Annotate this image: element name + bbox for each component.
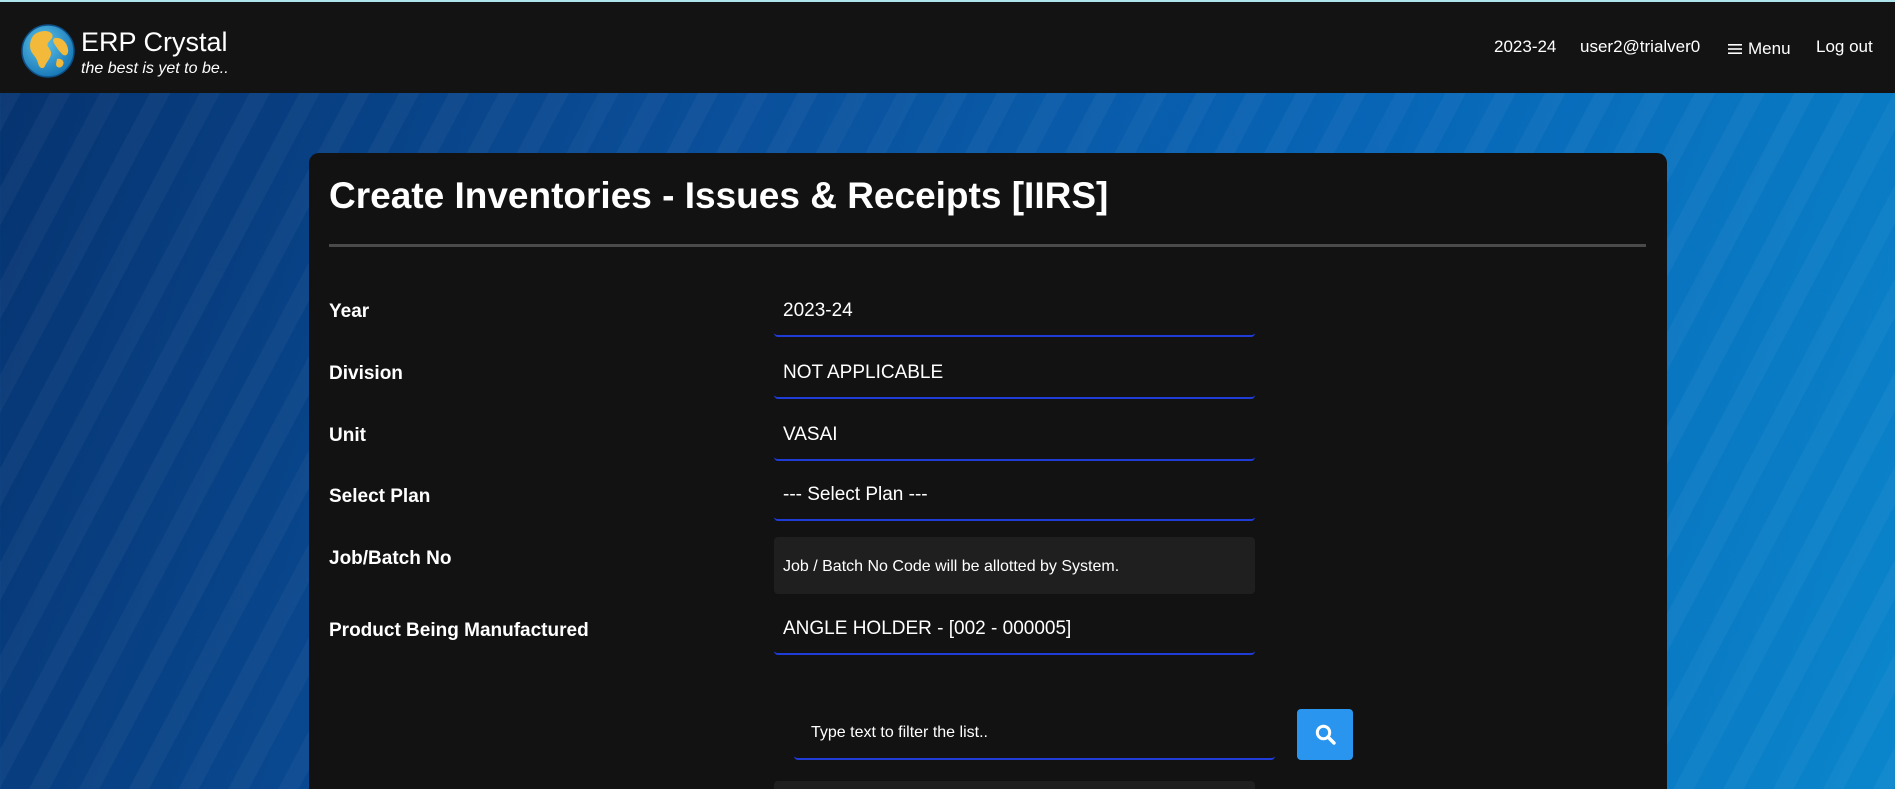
item-list[interactable] xyxy=(774,781,1255,789)
financial-year: 2023-24 xyxy=(1494,37,1557,56)
search-icon xyxy=(1315,724,1336,745)
current-user: user2@trialver0 xyxy=(1580,37,1701,56)
job-batch-info: Job / Batch No Code will be allotted by … xyxy=(774,537,1255,594)
select-plan-label: Select Plan xyxy=(329,486,431,507)
page-title: Create Inventories - Issues & Receipts [… xyxy=(329,175,1109,216)
search-button[interactable] xyxy=(1297,709,1353,760)
form-card: Create Inventories - Issues & Receipts [… xyxy=(309,153,1667,789)
menu-button[interactable]: Menu xyxy=(1728,38,1791,60)
product-label: Product Being Manufactured xyxy=(329,620,589,641)
year-field[interactable]: 2023-24 xyxy=(774,285,1255,337)
title-divider xyxy=(329,244,1646,247)
division-field[interactable]: NOT APPLICABLE xyxy=(774,347,1255,399)
filter-input[interactable] xyxy=(794,708,1275,760)
brand-tagline: the best is yet to be.. xyxy=(81,60,229,77)
unit-label: Unit xyxy=(329,425,366,446)
product-field[interactable]: ANGLE HOLDER - [002 - 000005] xyxy=(774,603,1255,655)
menu-label: Menu xyxy=(1748,39,1791,58)
unit-field[interactable]: VASAI xyxy=(774,409,1255,461)
brand-title[interactable]: ERP Crystal xyxy=(81,26,228,58)
hamburger-icon xyxy=(1728,44,1742,54)
top-navbar: ERP Crystal the best is yet to be.. 2023… xyxy=(0,0,1895,93)
job-batch-label: Job/Batch No xyxy=(329,548,452,569)
year-label: Year xyxy=(329,301,370,322)
select-plan-dropdown[interactable]: --- Select Plan --- xyxy=(774,469,1255,521)
division-label: Division xyxy=(329,363,403,384)
logout-link[interactable]: Log out xyxy=(1816,36,1873,58)
globe-icon[interactable] xyxy=(21,24,75,78)
